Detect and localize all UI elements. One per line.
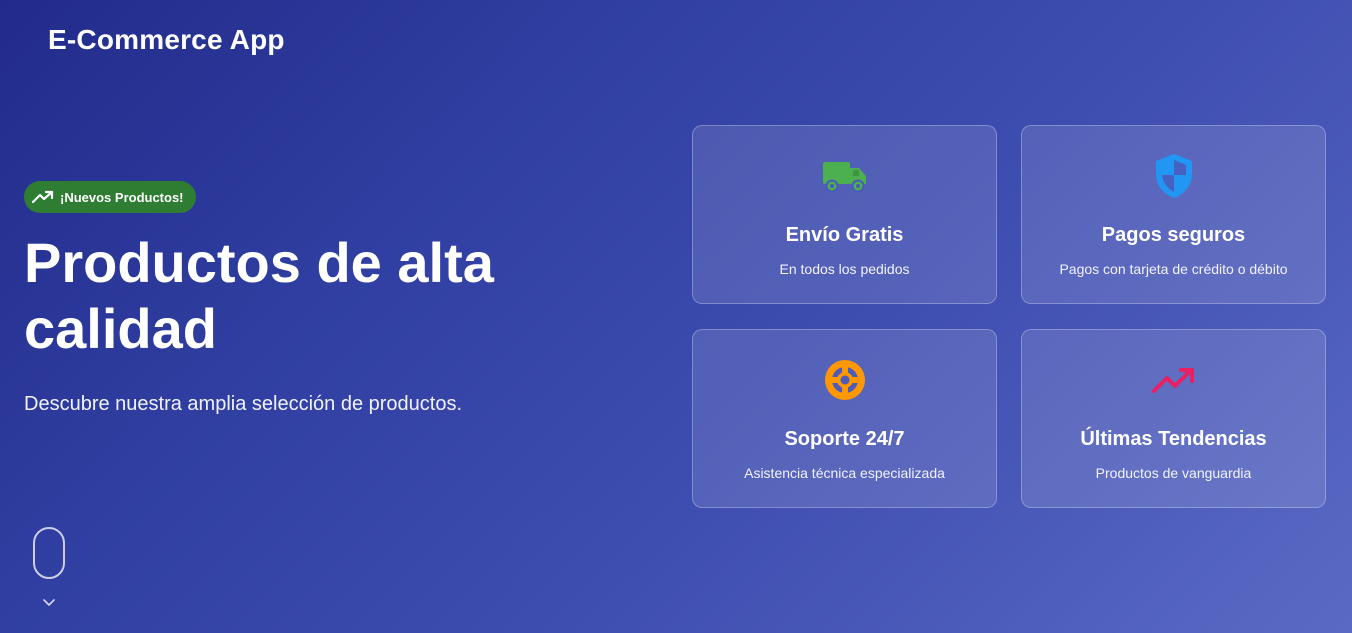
shield-icon	[1150, 152, 1198, 200]
badge-label: ¡Nuevos Productos!	[60, 189, 184, 205]
hero-title: Productos de alta calidad	[24, 231, 494, 360]
chevron-down-icon[interactable]	[42, 594, 56, 612]
scroll-mouse-icon[interactable]	[33, 527, 65, 579]
feature-title: Envío Gratis	[785, 224, 904, 246]
feature-description: Pagos con tarjeta de crédito o débito	[1059, 261, 1288, 277]
feature-title: Soporte 24/7	[784, 428, 905, 450]
new-products-badge: ¡Nuevos Productos!	[24, 181, 196, 213]
support-icon	[821, 356, 869, 404]
truck-icon	[821, 152, 869, 200]
trending-up-icon	[32, 190, 54, 204]
feature-description: Productos de vanguardia	[1095, 465, 1252, 481]
trending-up-icon	[1150, 356, 1198, 404]
feature-description: En todos los pedidos	[779, 261, 910, 277]
feature-description: Asistencia técnica especializada	[744, 465, 945, 481]
app-title[interactable]: E-Commerce App	[48, 24, 285, 56]
feature-card-trends: Últimas Tendencias Productos de vanguard…	[1021, 329, 1326, 508]
feature-title: Pagos seguros	[1101, 224, 1246, 246]
feature-card-free-shipping: Envío Gratis En todos los pedidos	[692, 125, 997, 304]
feature-title: Últimas Tendencias	[1080, 428, 1267, 450]
feature-card-secure-payments: Pagos seguros Pagos con tarjeta de crédi…	[1021, 125, 1326, 304]
hero-subtitle: Descubre nuestra amplia selección de pro…	[24, 393, 463, 415]
feature-card-support: Soporte 24/7 Asistencia técnica especial…	[692, 329, 997, 508]
